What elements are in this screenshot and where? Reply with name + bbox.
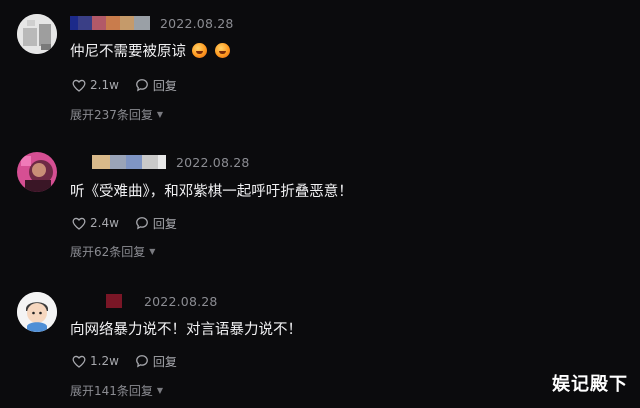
- chevron-down-icon: ▼: [156, 110, 164, 119]
- comment-actions: 2.1w 回复: [72, 76, 177, 94]
- chevron-down-icon: ▼: [149, 247, 156, 256]
- comment-item: 2022.08.28 仲尼不需要被原谅 2.1w 回复 展开237条回复 ▼: [0, 0, 640, 128]
- expand-replies-label: 展开237条回复: [70, 108, 153, 122]
- chevron-down-icon: ▼: [156, 386, 164, 395]
- reply-button[interactable]: 回复: [135, 77, 177, 94]
- comment-text: 听《受难曲》，和邓紫棋一起呼吁折叠恶意！: [70, 184, 353, 200]
- like-count: 2.4w: [90, 216, 119, 230]
- reply-label: 回复: [152, 216, 177, 231]
- username-blurred[interactable]: [106, 294, 122, 308]
- like-button[interactable]: 2.1w: [72, 78, 119, 92]
- like-count: 1.2w: [90, 354, 119, 368]
- avatar[interactable]: [17, 292, 57, 332]
- comment-text: 仲尼不需要被原谅: [70, 40, 230, 61]
- heart-icon: [72, 79, 86, 92]
- comment-time: 2022.08.28: [160, 15, 234, 31]
- like-button[interactable]: 1.2w: [72, 354, 119, 368]
- avatar-image: [17, 14, 57, 54]
- comment-text-content: 仲尼不需要被原谅: [70, 44, 186, 60]
- comment-text: 向网络暴力说不！对言语暴力说不！: [70, 322, 302, 338]
- comment-meta: 2022.08.28: [70, 14, 234, 32]
- like-button[interactable]: 2.4w: [72, 216, 119, 230]
- comment-time: 2022.08.28: [176, 154, 250, 170]
- avatar[interactable]: [17, 14, 57, 54]
- smile-emoji-icon: [192, 43, 207, 58]
- reply-label: 回复: [152, 354, 177, 369]
- comment-bubble-icon: [136, 217, 148, 230]
- comment-actions: 2.4w 回复: [72, 214, 177, 232]
- expand-replies-label: 展开141条回复: [70, 384, 153, 398]
- username-blurred[interactable]: [70, 16, 150, 30]
- watermark-text: 娱记殿下: [552, 374, 628, 395]
- expand-replies-button[interactable]: 展开62条回复 ▼: [70, 243, 155, 260]
- heart-icon: [72, 355, 86, 368]
- expand-replies-button[interactable]: 展开141条回复 ▼: [70, 382, 163, 399]
- avatar-image: [17, 292, 57, 332]
- reply-button[interactable]: 回复: [135, 353, 177, 370]
- like-count: 2.1w: [90, 78, 119, 92]
- expand-replies-label: 展开62条回复: [70, 245, 146, 259]
- comment-bubble-icon: [136, 355, 148, 368]
- comment-time: 2022.08.28: [144, 293, 218, 309]
- avatar-image: [17, 152, 57, 192]
- comment-item: 2022.08.28 听《受难曲》，和邓紫棋一起呼吁折叠恶意！ 2.4w 回复 …: [0, 140, 640, 268]
- comment-meta: 2022.08.28: [92, 153, 250, 171]
- comment-item: 2022.08.28 向网络暴力说不！对言语暴力说不！ 1.2w 回复 展开14…: [0, 280, 640, 408]
- expand-replies-button[interactable]: 展开237条回复 ▼: [70, 106, 163, 123]
- reply-label: 回复: [152, 78, 177, 93]
- comment-meta: 2022.08.28: [106, 292, 218, 310]
- heart-icon: [72, 217, 86, 230]
- avatar[interactable]: [17, 152, 57, 192]
- comment-actions: 1.2w 回复: [72, 352, 177, 370]
- username-blurred[interactable]: [92, 155, 166, 169]
- reply-button[interactable]: 回复: [135, 215, 177, 232]
- smile-emoji-icon: [215, 43, 230, 58]
- comment-bubble-icon: [136, 79, 148, 92]
